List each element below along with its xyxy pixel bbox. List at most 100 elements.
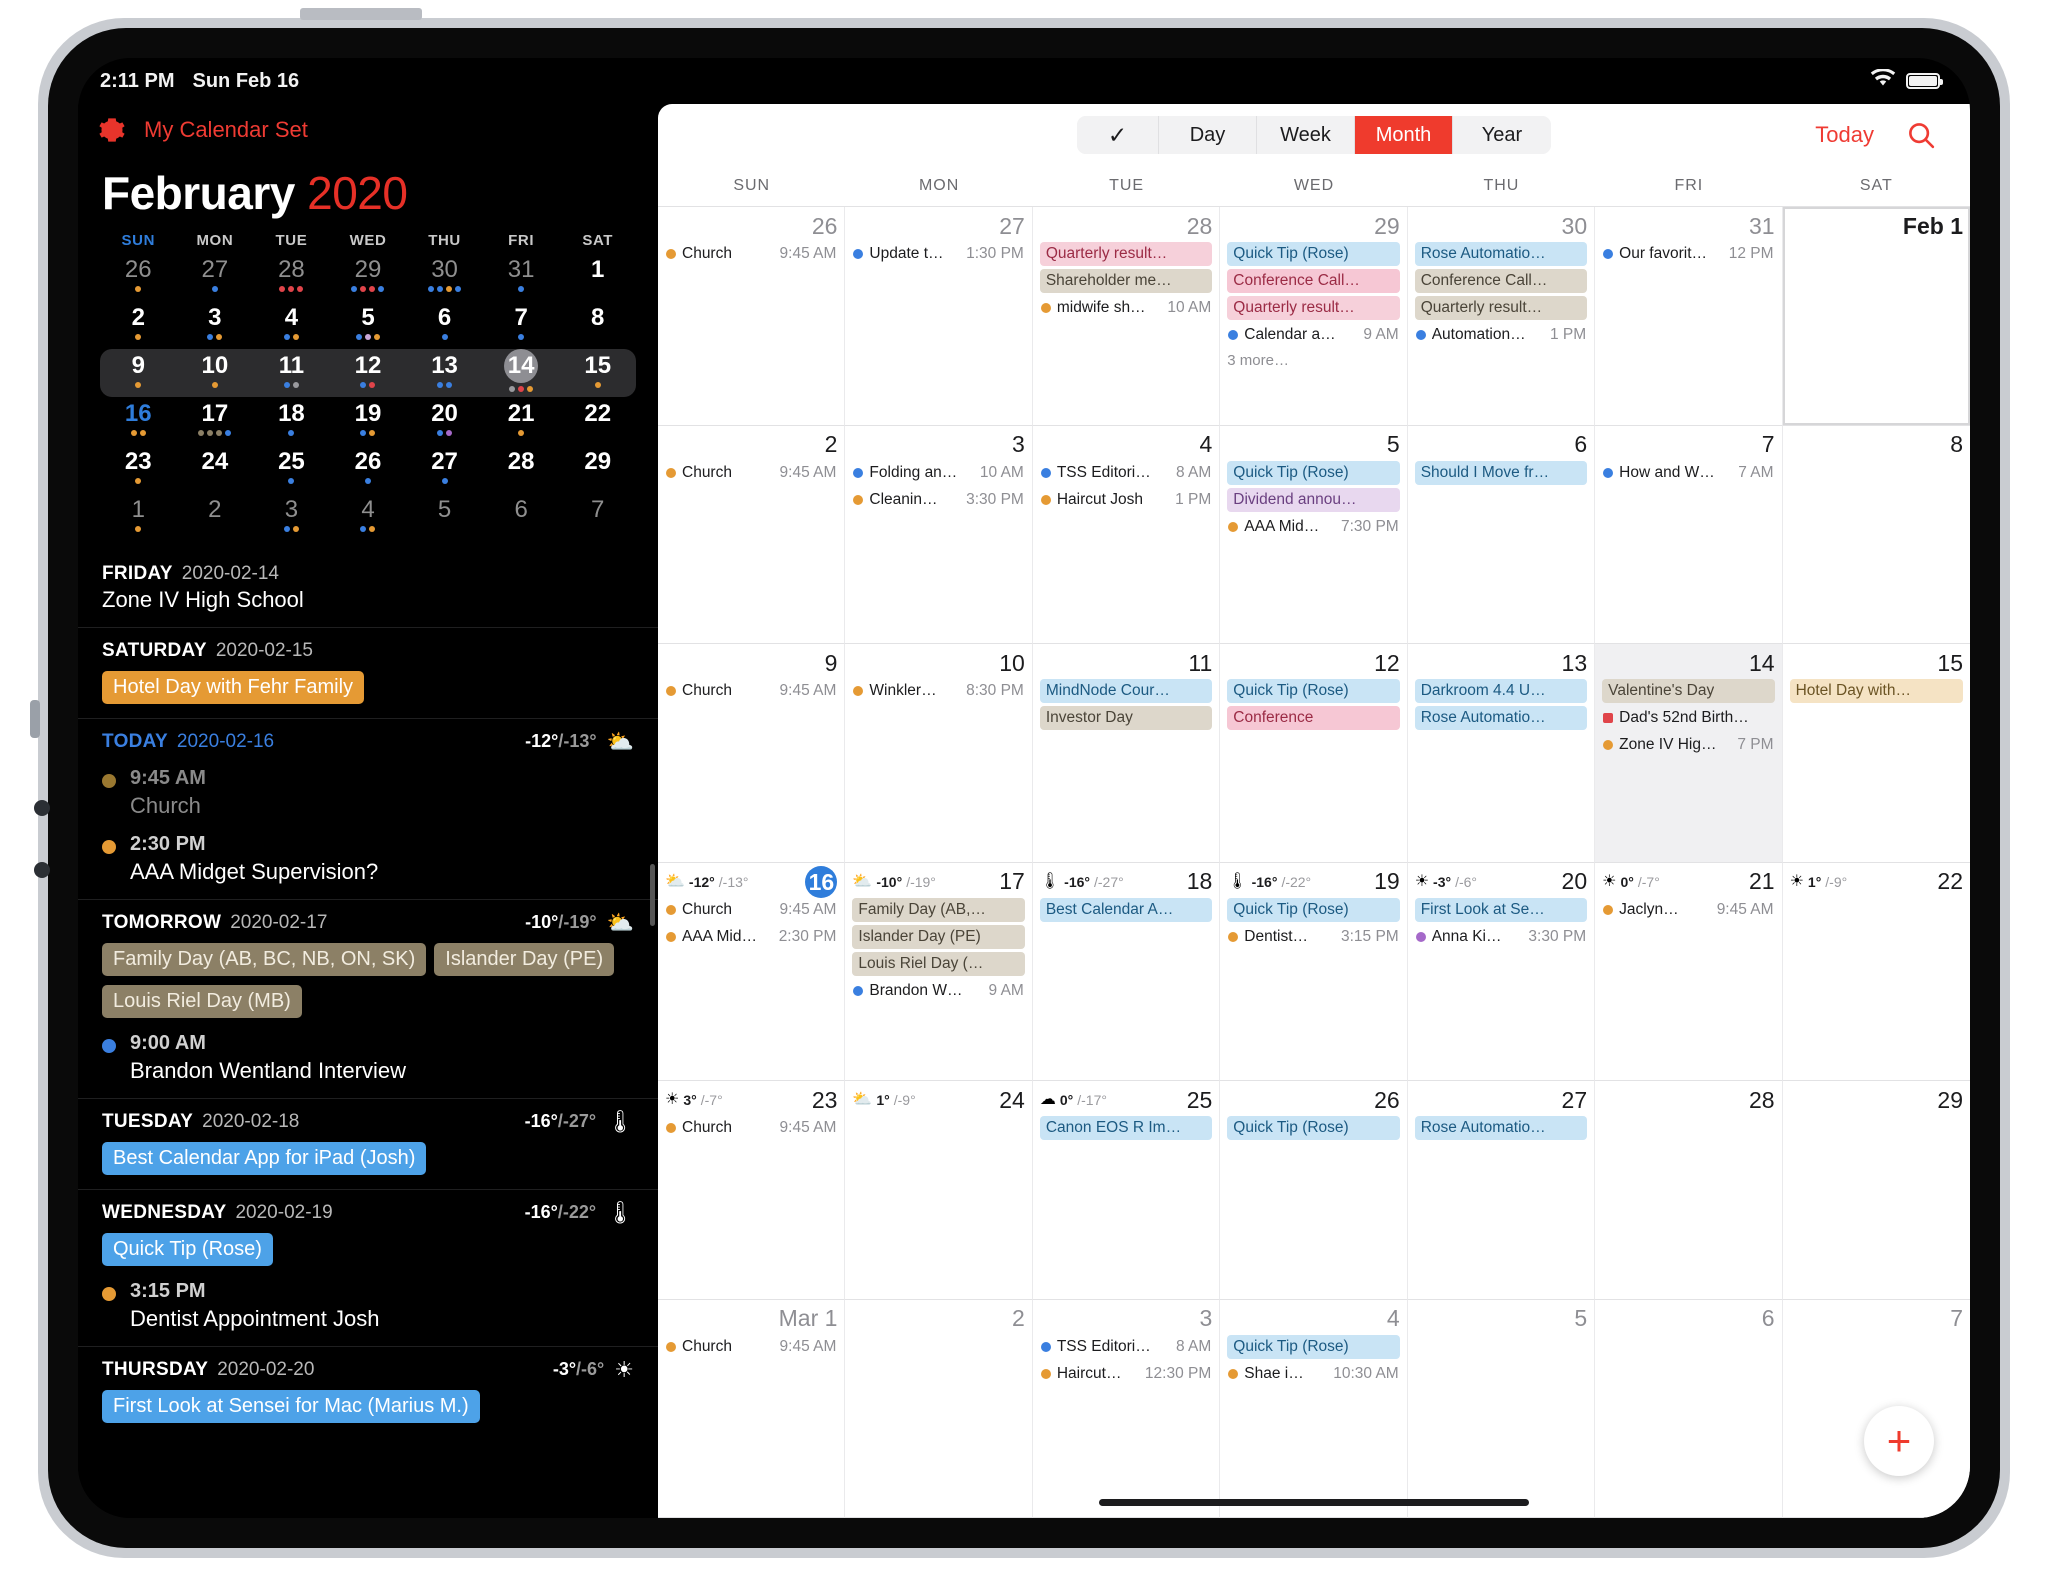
- mini-calendar-weeks[interactable]: 26 27 28 29 30 31 1 2 3 4 5 6 7 8 9 10 11 12 13 14 15 16 17 18 1…: [100, 253, 636, 541]
- mini-day-cell[interactable]: 9: [100, 349, 177, 397]
- mini-calendar[interactable]: SUN MON TUE WED THU FRI SAT 26 27 28 29 30 31 1 2 3 4 5 6…: [78, 226, 658, 541]
- mini-day-cell[interactable]: 6: [406, 301, 483, 349]
- calendar-event[interactable]: Quarterly result…: [1039, 242, 1213, 266]
- calendar-event[interactable]: Church 9:45 AM: [665, 898, 837, 922]
- mini-day-cell[interactable]: 25: [253, 445, 330, 493]
- calendar-event[interactable]: Shareholder me…: [1039, 269, 1213, 293]
- calendar-event[interactable]: Quick Tip (Rose): [1227, 679, 1400, 703]
- day-cell[interactable]: 27 Update t… 1:30 PM: [845, 207, 1033, 426]
- day-cell[interactable]: 2 Church 9:45 AM: [658, 425, 846, 644]
- mini-day-cell[interactable]: 6: [483, 493, 560, 541]
- home-indicator[interactable]: [1099, 1499, 1529, 1506]
- tab-month[interactable]: Month: [1355, 116, 1453, 154]
- calendar-event[interactable]: Islander Day (PE): [852, 924, 1025, 949]
- day-cell[interactable]: 🌡 -16°/-27° 18 Best Calendar A…: [1032, 862, 1221, 1081]
- agenda-allday-event[interactable]: Family Day (AB, BC, NB, ON, SK): [102, 943, 427, 976]
- mini-day-cell[interactable]: 27: [177, 253, 254, 301]
- day-cell[interactable]: 9 Church 9:45 AM: [658, 644, 846, 863]
- agenda-timed-event[interactable]: 9:45 AM Church: [102, 767, 634, 819]
- day-cell[interactable]: 26 Church 9:45 AM: [658, 207, 846, 426]
- calendar-event[interactable]: Hotel Day with…: [1789, 679, 1963, 703]
- calendar-event[interactable]: Church 9:45 AM: [665, 679, 837, 703]
- agenda-day-section[interactable]: THURSDAY 2020-02-20 -3°/-6° ☀ First Look at …: [78, 1346, 658, 1437]
- calendar-event[interactable]: Automation… 1 PM: [1415, 323, 1587, 347]
- mini-day-cell[interactable]: 1: [100, 493, 177, 541]
- mini-day-cell[interactable]: 5: [330, 301, 407, 349]
- sidebar-scrollbar[interactable]: [650, 864, 655, 926]
- mini-day-cell[interactable]: 31: [483, 253, 560, 301]
- calendar-event[interactable]: TSS Editori… 8 AM: [1040, 461, 1212, 485]
- calendar-event[interactable]: Brandon W… 9 AM: [852, 979, 1024, 1003]
- day-cell[interactable]: 10 Winkler… 8:30 PM: [845, 644, 1033, 863]
- day-cell[interactable]: 🌡 -16°/-22° 19 Quick Tip (Rose) Dentist… 3:15…: [1220, 862, 1408, 1081]
- day-cell[interactable]: 13 Darkroom 4.4 U… Rose Automatio…: [1407, 644, 1596, 863]
- mini-day-cell[interactable]: 5: [406, 493, 483, 541]
- mini-day-cell[interactable]: 7: [559, 493, 636, 541]
- view-mode-segmented-control[interactable]: ✓ Day Week Month Year: [1077, 116, 1551, 154]
- calendar-event[interactable]: Valentine's Day: [1602, 679, 1775, 703]
- day-cell[interactable]: 30 Rose Automatio… Conference Call… Quarter…: [1407, 207, 1596, 426]
- day-cell[interactable]: 3 Folding an… 10 AM Cleanin… 3:30 PM: [845, 425, 1033, 644]
- calendar-event[interactable]: Church 9:45 AM: [665, 242, 837, 266]
- tab-year[interactable]: Year: [1453, 116, 1551, 154]
- calendar-event[interactable]: Louis Riel Day (…: [852, 951, 1025, 976]
- calendar-event[interactable]: MindNode Cour…: [1039, 679, 1213, 703]
- mini-day-cell[interactable]: 20: [406, 397, 483, 445]
- day-cell[interactable]: 27 Rose Automatio…: [1407, 1081, 1596, 1300]
- agenda-timed-event[interactable]: 9:00 AM Brandon Wentland Interview: [102, 1032, 634, 1084]
- calendar-event[interactable]: Anna Ki… 3:30 PM: [1415, 925, 1587, 949]
- calendar-event[interactable]: How and W… 7 AM: [1602, 461, 1774, 485]
- day-cell[interactable]: 29: [1782, 1081, 1970, 1300]
- mini-day-cell[interactable]: 30: [406, 253, 483, 301]
- day-cell[interactable]: 5: [1407, 1299, 1596, 1518]
- day-cell[interactable]: 3 TSS Editori… 8 AM Haircut… 12:30 PM: [1032, 1299, 1221, 1518]
- calendar-event[interactable]: Zone IV Hig… 7 PM: [1602, 733, 1774, 757]
- calendar-event[interactable]: Update t… 1:30 PM: [852, 242, 1024, 266]
- calendar-event[interactable]: Family Day (AB,…: [852, 897, 1025, 922]
- day-cell[interactable]: 31 Our favorit… 12 PM: [1595, 207, 1783, 426]
- agenda-allday-event[interactable]: Islander Day (PE): [434, 943, 615, 976]
- calendar-event[interactable]: Calendar a… 9 AM: [1227, 323, 1399, 347]
- mini-week-row[interactable]: 9 10 11 12 13 14 15: [100, 349, 636, 397]
- calendar-event[interactable]: Haircut Josh 1 PM: [1040, 488, 1212, 512]
- mini-day-cell[interactable]: 16: [100, 397, 177, 445]
- calendar-event[interactable]: Darkroom 4.4 U…: [1414, 679, 1588, 703]
- mini-day-cell[interactable]: 13: [406, 349, 483, 397]
- agenda-day-section[interactable]: SATURDAY 2020-02-15 Hotel Day with Fehr Fa…: [78, 627, 658, 718]
- day-cell[interactable]: 26 Quick Tip (Rose): [1220, 1081, 1408, 1300]
- day-cell[interactable]: Mar 1 Church 9:45 AM: [658, 1299, 846, 1518]
- day-cell[interactable]: 11 MindNode Cour… Investor Day: [1032, 644, 1221, 863]
- day-cell[interactable]: Feb 1: [1782, 207, 1970, 426]
- mini-day-cell[interactable]: 12: [330, 349, 407, 397]
- day-cell[interactable]: 14 Valentine's Day Dad's 52nd Birth… Zone I…: [1595, 644, 1783, 863]
- calendar-event[interactable]: Rose Automatio…: [1414, 706, 1588, 730]
- mini-day-cell[interactable]: 28: [483, 445, 560, 493]
- mini-day-cell[interactable]: 7: [483, 301, 560, 349]
- volume-down-button[interactable]: [34, 862, 50, 878]
- mini-day-cell[interactable]: 14: [483, 349, 560, 397]
- calendar-event[interactable]: Folding an… 10 AM: [852, 461, 1024, 485]
- calendar-event[interactable]: AAA Mid… 7:30 PM: [1227, 515, 1399, 539]
- agenda-day-section[interactable]: TOMORROW 2020-02-17 -10°/-19° ⛅ Family Day (…: [78, 899, 658, 1098]
- month-grid[interactable]: 26 Church 9:45 AM 27 Update t… 1:30 PM 28 Quart…: [658, 206, 1970, 1518]
- mini-day-cell[interactable]: 11: [253, 349, 330, 397]
- calendar-event[interactable]: Canon EOS R Im…: [1039, 1116, 1213, 1140]
- calendar-event[interactable]: Investor Day: [1039, 706, 1213, 730]
- agenda-timed-event[interactable]: 2:30 PM AAA Midget Supervision?: [102, 833, 634, 885]
- calendar-event[interactable]: Quick Tip (Rose): [1227, 1116, 1400, 1140]
- mini-day-cell[interactable]: 2: [177, 493, 254, 541]
- mini-day-cell[interactable]: 26: [330, 445, 407, 493]
- day-cell[interactable]: ☁ 0°/-17° 25 Canon EOS R Im…: [1032, 1081, 1221, 1300]
- calendar-event[interactable]: Quick Tip (Rose): [1227, 897, 1400, 922]
- mini-day-cell[interactable]: 19: [330, 397, 407, 445]
- agenda-allday-event[interactable]: Hotel Day with Fehr Family: [102, 671, 365, 704]
- agenda-day-section[interactable]: TUESDAY 2020-02-18 -16°/-27° 🌡 Best Calendar…: [78, 1098, 658, 1189]
- calendar-event[interactable]: Winkler… 8:30 PM: [852, 679, 1024, 703]
- mini-day-cell[interactable]: 8: [559, 301, 636, 349]
- calendar-event[interactable]: Haircut… 12:30 PM: [1040, 1362, 1212, 1386]
- calendar-event[interactable]: Rose Automatio…: [1414, 1116, 1588, 1140]
- day-cell[interactable]: 6: [1595, 1299, 1783, 1518]
- calendar-event[interactable]: Dentist… 3:15 PM: [1227, 925, 1399, 949]
- day-cell[interactable]: 7: [1782, 1299, 1970, 1518]
- calendar-event[interactable]: midwife sh… 10 AM: [1040, 296, 1212, 320]
